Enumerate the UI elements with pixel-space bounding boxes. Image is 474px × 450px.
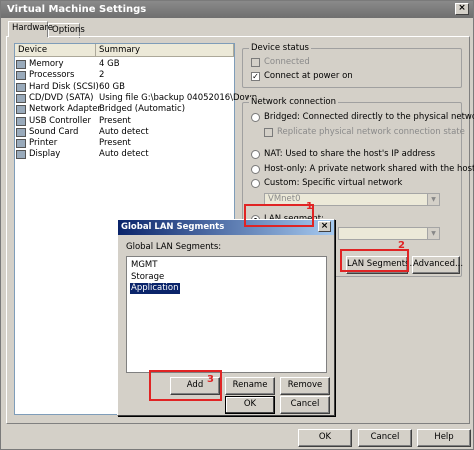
bridged-radio[interactable]	[251, 113, 260, 122]
device-row[interactable]: Printer Present	[16, 138, 233, 149]
device-name: Hard Disk (SCSI)	[29, 81, 99, 92]
device-summary: Auto detect	[99, 149, 149, 160]
device-summary: Auto detect	[99, 126, 149, 137]
processor-icon	[16, 71, 26, 81]
connected-label: Connected	[264, 57, 310, 67]
device-summary: 60 GB	[99, 81, 125, 92]
memory-icon	[16, 60, 26, 69]
annotation-number-1: 1	[306, 201, 313, 212]
advanced-button[interactable]: Advanced...	[412, 256, 463, 274]
remove-button[interactable]: Remove	[280, 377, 330, 395]
connected-checkbox[interactable]	[251, 58, 260, 67]
connect-at-power-on-checkbox[interactable]: ✓	[251, 72, 260, 81]
printer-icon	[16, 139, 26, 149]
close-icon[interactable]: ×	[455, 3, 469, 15]
host-only-label: Host-only: A private network shared with…	[264, 164, 474, 174]
device-summary: Present	[99, 138, 131, 149]
nat-label: NAT: Used to share the host's IP address	[264, 149, 436, 159]
annotation-number-2: 2	[398, 240, 405, 251]
chevron-down-icon: ▼	[427, 194, 439, 205]
device-name: Sound Card	[29, 126, 79, 137]
summary-column-header[interactable]: Summary	[96, 44, 234, 57]
display-icon	[16, 150, 26, 160]
custom-label: Custom: Specific virtual network	[264, 178, 403, 188]
tab-hardware-label: Hardware	[12, 23, 54, 33]
dialog-list-label: Global LAN Segments:	[126, 242, 222, 252]
device-summary: 4 GB	[99, 59, 120, 69]
dialog-close-icon[interactable]: ×	[318, 221, 331, 232]
bridged-label: Bridged: Connected directly to the physi…	[264, 112, 474, 122]
ok-button[interactable]: OK	[298, 429, 352, 447]
tab-hardware[interactable]: Hardware	[8, 21, 53, 37]
sound-card-icon	[16, 127, 26, 137]
device-name: CD/DVD (SATA)	[29, 92, 94, 103]
harddisk-icon	[16, 82, 26, 92]
device-row[interactable]: Memory 4 GB	[16, 59, 233, 70]
dialog-ok-button[interactable]: OK	[225, 396, 275, 414]
window-title: Virtual Machine Settings	[7, 4, 147, 15]
custom-radio[interactable]	[251, 179, 260, 188]
device-name: Printer	[29, 138, 58, 149]
device-name: Network Adapter	[29, 104, 101, 115]
device-column-header[interactable]: Device	[15, 44, 96, 57]
lan-segment-select[interactable]: ▼	[338, 227, 440, 240]
annotation-number-3: 3	[207, 374, 214, 385]
device-row[interactable]: Network Adapter Bridged (Automatic)	[16, 104, 233, 115]
device-row[interactable]: Display Auto detect	[16, 149, 233, 160]
connect-at-power-on-label: Connect at power on	[264, 71, 353, 81]
network-adapter-icon	[16, 105, 26, 115]
dialog-cancel-button[interactable]: Cancel	[280, 396, 330, 414]
device-summary: Present	[99, 115, 131, 126]
usb-icon	[16, 116, 26, 126]
device-summary: 2	[99, 70, 105, 81]
help-button[interactable]: Help	[417, 429, 471, 447]
cdrom-icon	[16, 93, 26, 103]
device-status-group: Device status Connected ✓ Connect at pow…	[242, 43, 462, 88]
replicate-label: Replicate physical network connection st…	[277, 127, 465, 137]
device-name: USB Controller	[29, 115, 91, 126]
lan-segment-item[interactable]: Application	[130, 283, 180, 294]
device-summary: Using file G:\backup 04052016\Down...	[99, 92, 266, 103]
dialog-title: Global LAN Segments	[121, 222, 225, 232]
replicate-checkbox[interactable]	[264, 128, 273, 137]
device-name: Memory	[29, 59, 64, 69]
device-summary: Bridged (Automatic)	[99, 104, 186, 115]
device-row[interactable]: USB Controller Present	[16, 116, 233, 127]
chevron-down-icon: ▼	[427, 228, 439, 239]
device-name: Processors	[29, 70, 75, 81]
tab-options-label: Options	[52, 25, 85, 35]
annotation-box-1	[244, 204, 314, 227]
device-status-title: Device status	[249, 43, 311, 53]
rename-button[interactable]: Rename	[225, 377, 275, 395]
host-only-radio[interactable]	[251, 165, 260, 174]
lan-segment-item[interactable]: Storage	[130, 272, 165, 283]
device-row[interactable]: Processors 2	[16, 70, 233, 81]
nat-radio[interactable]	[251, 150, 260, 159]
device-row[interactable]: Hard Disk (SCSI) 60 GB	[16, 82, 233, 93]
device-row[interactable]: Sound Card Auto detect	[16, 127, 233, 138]
cancel-button[interactable]: Cancel	[358, 429, 412, 447]
annotation-box-2	[340, 249, 409, 272]
device-name: Display	[29, 149, 61, 160]
device-row[interactable]: CD/DVD (SATA) Using file G:\backup 040520…	[16, 92, 265, 104]
window-titlebar[interactable]: Virtual Machine Settings ×	[1, 1, 473, 18]
lan-segment-list[interactable]: MGMT Storage Application	[126, 256, 327, 373]
network-connection-title: Network connection	[249, 97, 339, 107]
lan-segment-item[interactable]: MGMT	[130, 260, 158, 271]
